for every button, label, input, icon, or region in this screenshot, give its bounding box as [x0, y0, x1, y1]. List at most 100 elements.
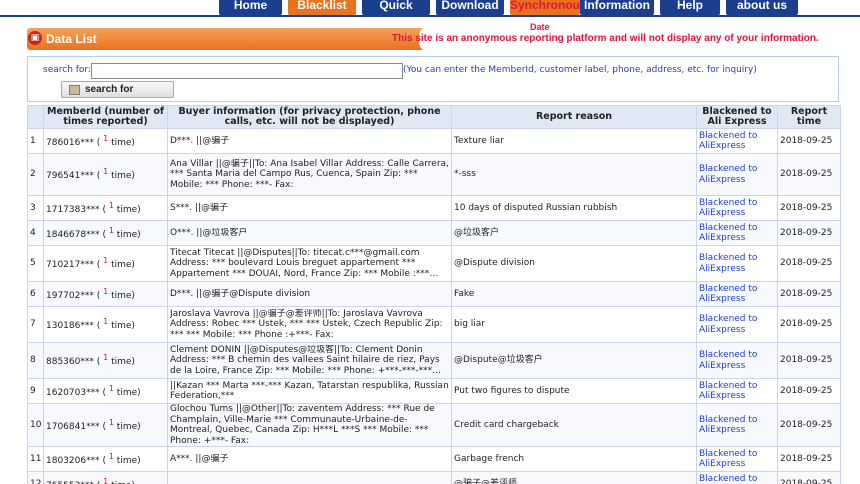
blackened-cell: Blackened to AliExpress: [696, 195, 778, 221]
buyer-info: Titecat Titecat ||@Disputes||To: titecat…: [170, 247, 430, 279]
report-time-cell: 2018-09-25: [777, 245, 841, 282]
table-row: 11 1803206*** ( 1 time) A***. ||@骗子 Garbage…: [27, 446, 841, 472]
blackened-cell: Blackened to AliExpress: [696, 153, 778, 196]
report-reason-cell: Put two figures to dispute: [451, 378, 697, 404]
row-index: 8: [27, 342, 44, 379]
report-time-cell: 2018-09-25: [777, 378, 841, 404]
buyer-info: Jaroslava Vavrova ||@骗子@差评师||To: Jarosla…: [170, 308, 443, 340]
nav-tab-synchronous-label: Synchronous: [510, 0, 580, 12]
buyer-info-cell: S***. ||@骗子: [167, 195, 452, 221]
search-button-label: search for: [85, 84, 134, 95]
table-row: 4 1846678*** ( 1 time) O***. ||@垃圾客户 @垃圾客户 B…: [27, 220, 841, 246]
times-label: time): [111, 290, 135, 301]
table-row: 2 796541*** ( 1 time) Ana Villar ||@骗子||To…: [27, 153, 841, 196]
buyer-info: Glochou Tums ||@Other||To: zaventem Addr…: [170, 404, 435, 446]
blackened-link[interactable]: Blackened to AliExpress: [699, 381, 757, 402]
row-index: 7: [27, 306, 44, 343]
blackened-cell: Blackened to AliExpress: [696, 128, 778, 154]
report-count: 1: [103, 476, 109, 484]
member-id-cell: 130186*** ( 1 time): [43, 306, 168, 343]
member-id-cell: 1846678*** ( 1 time): [43, 220, 168, 246]
times-label: time): [111, 357, 135, 368]
top-nav: Home Blacklist Quick Download Synchronou…: [0, 0, 860, 17]
buyer-info: A***. ||@骗子: [170, 453, 229, 464]
column-header-index: [27, 105, 44, 129]
nav-tab-information[interactable]: Information: [580, 0, 654, 15]
nav-tab-about-us[interactable]: about us: [726, 0, 798, 15]
buyer-info-cell: Titecat Titecat ||@Disputes||To: titecat…: [167, 245, 452, 282]
search-button-icon: [69, 85, 80, 95]
member-id-cell: 765553*** ( 1 time): [43, 471, 168, 484]
report-count: 1: [103, 353, 109, 363]
row-index: 3: [27, 195, 44, 221]
report-count: 1: [108, 383, 114, 393]
data-list-icon: ▣: [28, 31, 42, 45]
blackened-link[interactable]: Blackened to AliExpress: [699, 350, 757, 371]
times-label: time): [116, 421, 141, 432]
buyer-info-cell: Clement DONIN ||@Disputes@垃圾客||To: Cleme…: [167, 342, 452, 379]
table-row: 8 885360*** ( 1 time) Clement DONIN ||@Dis…: [27, 342, 841, 379]
nav-tab-download[interactable]: Download: [436, 0, 504, 15]
report-time-cell: 2018-09-25: [777, 281, 841, 307]
row-index: 4: [27, 220, 44, 246]
data-list-title: Data List: [46, 32, 97, 46]
blackened-link[interactable]: Blackened to AliExpress: [699, 474, 757, 484]
times-label: time): [116, 455, 141, 466]
table-row: 1 786016*** ( 1 time) D***. ||@骗子 Texture l…: [27, 128, 841, 154]
nav-tab-help[interactable]: Help: [660, 0, 720, 15]
report-count: 1: [103, 256, 109, 266]
report-reason-cell: @Dispute division: [451, 245, 697, 282]
member-id-cell: 1620703*** ( 1 time): [43, 378, 168, 404]
nav-tab-quick[interactable]: Quick: [362, 0, 430, 15]
blackened-link[interactable]: Blackened to AliExpress: [699, 198, 757, 219]
blackened-link[interactable]: Blackened to AliExpress: [699, 131, 757, 152]
blackened-link[interactable]: Blackened to AliExpress: [699, 253, 757, 274]
nav-tab-synchronous[interactable]: Synchronous: [510, 0, 580, 15]
search-button[interactable]: search for: [61, 81, 174, 98]
table-row: 3 1717383*** ( 1 time) S***. ||@骗子 10 days …: [27, 195, 841, 221]
blackened-link[interactable]: Blackened to AliExpress: [699, 223, 757, 244]
buyer-info-cell: D***. ||@骗子@Dispute division: [167, 281, 452, 307]
search-panel: search for: (You can enter the MemberId,…: [27, 56, 839, 102]
buyer-info-cell: Jaroslava Vavrova ||@骗子@差评师||To: Jarosla…: [167, 306, 452, 343]
buyer-info: ||Kazan *** Marta ***-*** Kazan, Tatarst…: [170, 380, 449, 402]
row-index: 11: [27, 446, 44, 472]
report-reason-cell: @Dispute@垃圾客户: [451, 342, 697, 379]
member-id: 786016***: [46, 137, 94, 148]
report-count: 1: [103, 317, 109, 327]
row-index: 5: [27, 245, 44, 282]
report-reason-cell: big liar: [451, 306, 697, 343]
nav-tab-home[interactable]: Home: [219, 0, 282, 15]
buyer-info-cell: O***. ||@垃圾客户: [167, 220, 452, 246]
report-count: 1: [108, 200, 114, 210]
table-row: 12765553*** ( 1 time) @骗子@差评师Blackened to…: [27, 471, 841, 484]
blacklist-table: MemberId (number of times reported) Buye…: [27, 105, 841, 484]
member-id-cell: 786016*** ( 1 time): [43, 128, 168, 154]
blackened-link[interactable]: Blackened to AliExpress: [699, 314, 757, 335]
nav-tab-blacklist[interactable]: Blacklist: [288, 0, 356, 15]
buyer-info-cell: D***. ||@骗子: [167, 128, 452, 154]
buyer-info: O***. ||@垃圾客户: [170, 227, 248, 238]
member-id-cell: 1706841*** ( 1 time): [43, 403, 168, 447]
column-header-buyer-info: Buyer information (for privacy protectio…: [167, 105, 452, 129]
row-index: 1: [27, 128, 44, 154]
search-input[interactable]: [91, 63, 403, 79]
report-time-cell: 2018-09-25: [777, 471, 841, 484]
table-row: 7 130186*** ( 1 time) Jaroslava Vavrova ||…: [27, 306, 841, 343]
blackened-link[interactable]: Blackened to AliExpress: [699, 415, 757, 436]
buyer-info: D***. ||@骗子: [170, 135, 230, 146]
blackened-link[interactable]: Blackened to AliExpress: [699, 449, 757, 470]
blackened-cell: Blackened to AliExpress: [696, 471, 778, 484]
buyer-info-cell: Glochou Tums ||@Other||To: zaventem Addr…: [167, 403, 452, 447]
report-count: 1: [103, 133, 109, 143]
member-id-cell: 885360*** ( 1 time): [43, 342, 168, 379]
times-label: time): [111, 260, 135, 271]
privacy-notice: This site is an anonymous reporting plat…: [392, 33, 819, 44]
column-header-report-time: Report time: [777, 105, 841, 129]
member-id-cell: 796541*** ( 1 time): [43, 153, 168, 196]
blackened-link[interactable]: Blackened to AliExpress: [699, 164, 757, 185]
report-time-cell: 2018-09-25: [777, 195, 841, 221]
blackened-link[interactable]: Blackened to AliExpress: [699, 284, 757, 305]
table-row: 9 1620703*** ( 1 time) ||Kazan *** Marta *…: [27, 378, 841, 404]
member-id: 885360***: [46, 357, 94, 368]
